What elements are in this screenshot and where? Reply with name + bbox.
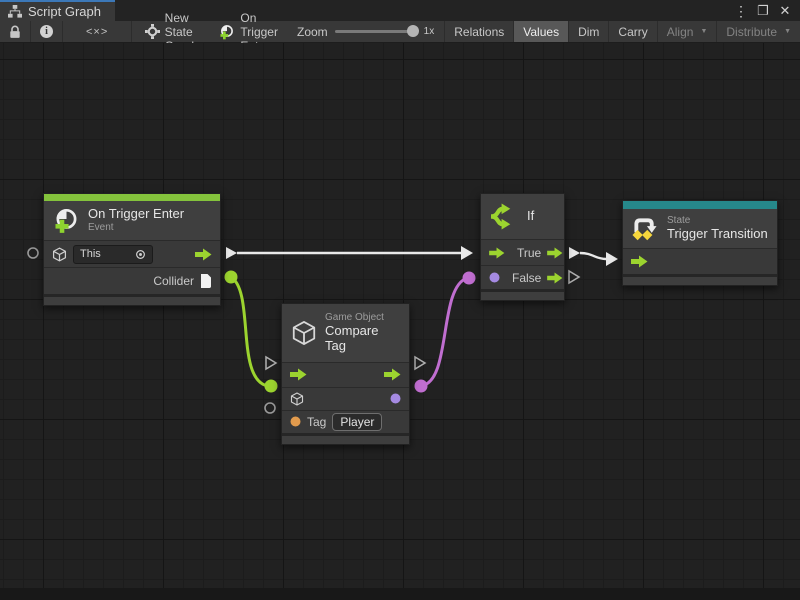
gameobject-row [282, 387, 409, 410]
wire-flow-if-to-transition[interactable] [569, 247, 618, 266]
false-row: False [481, 265, 564, 289]
port-target-input[interactable] [28, 248, 38, 258]
node-footer [44, 294, 220, 305]
port-flow-out-comparetag[interactable] [415, 357, 425, 369]
collider-doc-icon [200, 274, 212, 288]
object-picker-icon[interactable] [135, 249, 146, 260]
node-header: If [481, 194, 564, 239]
bool-result-port[interactable] [390, 393, 401, 404]
port-flow-in-comparetag[interactable] [266, 357, 276, 369]
node-footer [481, 289, 564, 300]
flow-out-port[interactable] [195, 248, 212, 261]
wire-value-collider-to-comparetag[interactable] [225, 271, 278, 393]
node-title: Compare Tag [325, 324, 400, 354]
node-title: If [527, 209, 534, 224]
false-label: False [512, 271, 541, 285]
cube-icon [52, 247, 67, 262]
collider-label: Collider [153, 274, 194, 288]
node-title: On Trigger Enter [88, 207, 184, 222]
wire-flow-ote-to-if[interactable] [226, 246, 473, 260]
condition-port[interactable] [489, 272, 500, 283]
cube-icon [290, 392, 304, 406]
tag-value-field[interactable]: Player [332, 413, 382, 431]
flow-in-port[interactable] [631, 255, 648, 268]
state-colorbar [623, 201, 777, 209]
flow-in-port[interactable] [489, 247, 505, 259]
node-subtitle: Event [88, 222, 184, 234]
node-compare-tag[interactable]: Game Object Compare Tag [281, 303, 410, 445]
script-graph-window: Script Graph ⋮ ❐ ✕ i <×> [0, 0, 800, 600]
branch-icon [490, 203, 519, 230]
tag-row: Tag Player [282, 410, 409, 433]
tag-string-port[interactable] [290, 416, 301, 427]
false-out-port[interactable] [547, 272, 563, 284]
target-row: This [44, 240, 220, 267]
true-out-port[interactable] [547, 247, 563, 259]
event-colorbar [44, 194, 220, 201]
flow-row [282, 362, 409, 387]
tag-label: Tag [307, 415, 326, 429]
true-row: True [481, 239, 564, 265]
wire-bool-comparetag-to-if[interactable] [415, 272, 476, 393]
node-header: On Trigger Enter Event [44, 201, 220, 240]
node-header: State Trigger Transition [623, 209, 777, 248]
collider-row: Collider [44, 267, 220, 294]
port-tag-input[interactable] [265, 403, 275, 413]
this-object-field[interactable]: This [73, 245, 153, 264]
node-footer [623, 274, 777, 285]
flow-in-port[interactable] [290, 368, 307, 381]
node-trigger-transition[interactable]: State Trigger Transition [622, 200, 778, 286]
true-label: True [517, 246, 541, 260]
on-trigger-enter-icon [53, 207, 80, 234]
node-title: Trigger Transition [667, 227, 768, 242]
flow-row [623, 248, 777, 274]
node-on-trigger-enter[interactable]: On Trigger Enter Event This Collide [43, 193, 221, 306]
node-header: Game Object Compare Tag [282, 304, 409, 362]
game-object-icon [291, 320, 317, 346]
trigger-transition-icon [632, 216, 659, 241]
port-false-out[interactable] [569, 271, 579, 283]
node-if[interactable]: If True False [480, 193, 565, 301]
node-footer [282, 433, 409, 444]
flow-out-port[interactable] [384, 368, 401, 381]
this-value: This [80, 248, 130, 260]
